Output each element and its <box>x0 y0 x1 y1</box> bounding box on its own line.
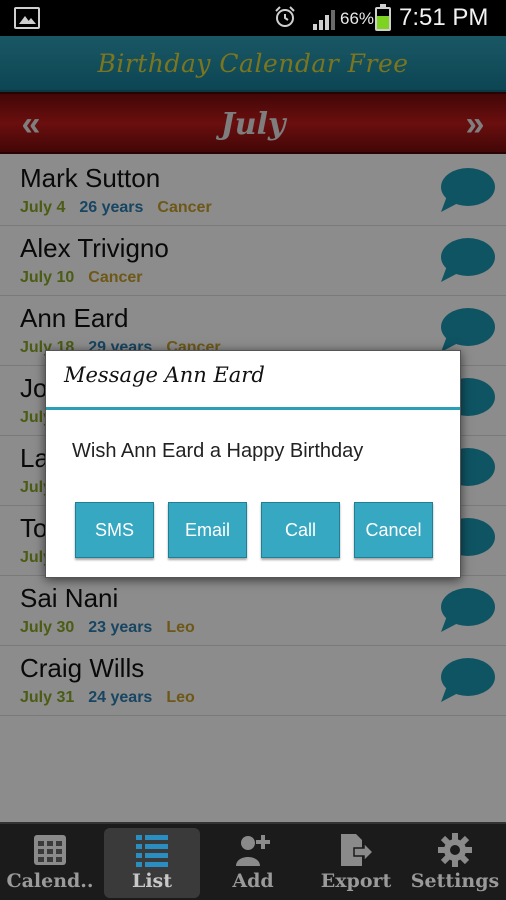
calendar-icon <box>34 835 66 865</box>
tab-label: Add <box>232 870 274 892</box>
email-button[interactable]: Email <box>168 502 247 558</box>
sms-button[interactable]: SMS <box>75 502 154 558</box>
gear-icon <box>438 833 472 867</box>
tab-export[interactable]: Export <box>308 828 404 898</box>
tab-label: Settings <box>410 870 500 892</box>
battery-percent: 66% <box>340 9 375 28</box>
status-bar: 66% 7:51 PM <box>0 0 506 36</box>
tab-label: Export <box>320 870 392 892</box>
tab-calendar[interactable]: Calend.. <box>2 828 98 898</box>
tab-label: List <box>131 870 173 892</box>
tab-label: Calend.. <box>6 870 94 892</box>
message-dialog: Message Ann Eard Wish Ann Eard a Happy B… <box>45 350 461 578</box>
add-contact-icon <box>236 835 270 866</box>
export-icon <box>341 834 374 866</box>
dialog-title: Message Ann Eard <box>64 363 265 387</box>
tab-settings[interactable]: Settings <box>407 828 503 898</box>
list-icon <box>136 835 168 867</box>
call-button[interactable]: Call <box>261 502 340 558</box>
status-time: 7:51 PM <box>399 4 489 31</box>
battery-icon <box>375 4 391 31</box>
gallery-notification-icon <box>14 7 40 29</box>
tab-add[interactable]: Add <box>205 828 301 898</box>
tab-list[interactable]: List <box>104 828 200 898</box>
bottom-tab-bar: Calend.. List Add Export Settings <box>0 822 506 900</box>
cancel-button[interactable]: Cancel <box>354 502 433 558</box>
alarm-icon <box>275 6 295 27</box>
dialog-message: Wish Ann Eard a Happy Birthday <box>72 440 364 462</box>
dialog-divider <box>46 407 460 410</box>
signal-icon <box>313 10 335 30</box>
